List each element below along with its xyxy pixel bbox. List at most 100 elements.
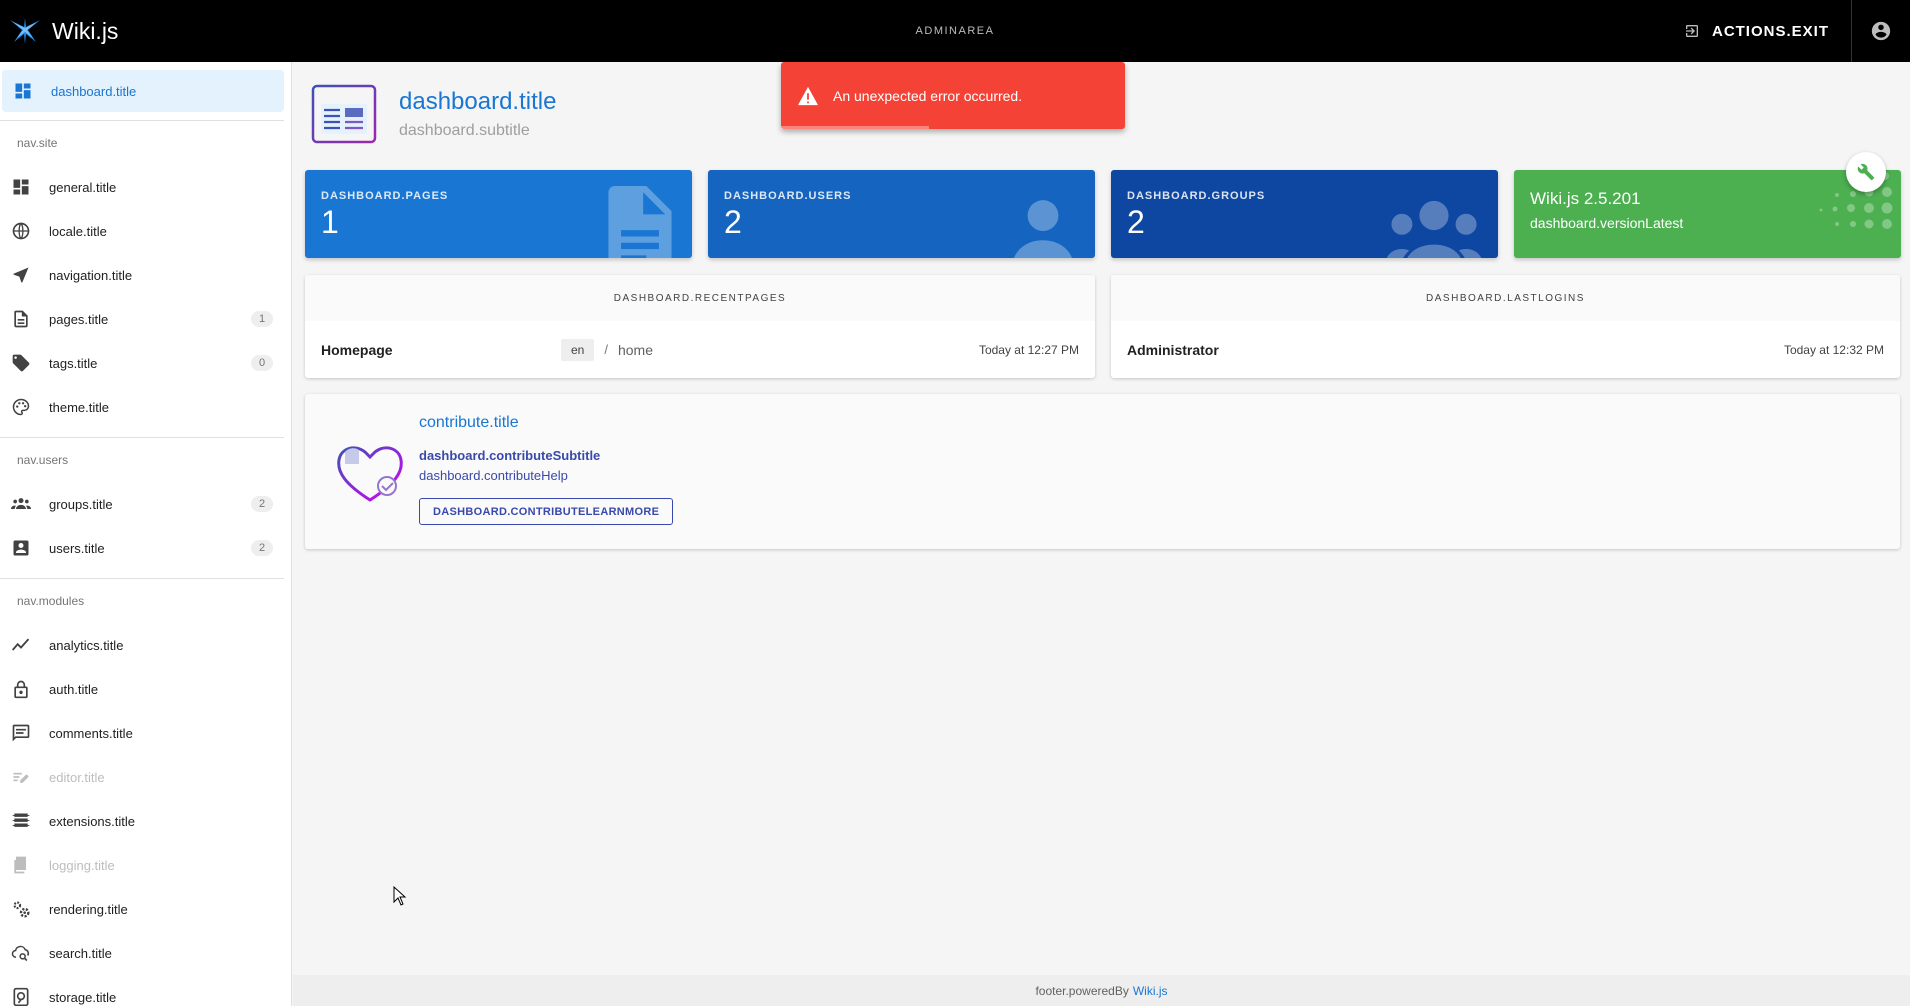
sidebar-item-label: dashboard.title [51,83,137,99]
sidebar-item-label: groups.title [49,496,113,512]
stat-card-groups[interactable]: DASHBOARD.GROUPS 2 [1111,170,1498,258]
page-title-cell: Homepage [321,341,393,358]
sidebar-item-label: editor.title [49,769,105,785]
stat-card-users[interactable]: DASHBOARD.USERS 2 [708,170,1095,258]
sidebar-item-rendering[interactable]: rendering.title [0,887,291,931]
wikijs-logo-icon [10,18,40,44]
exit-icon [1685,25,1698,37]
dashboard-grid-icon [10,176,32,198]
file-document-icon [608,186,672,258]
sidebar-item-general[interactable]: general.title [0,165,291,209]
globe-icon [10,220,32,242]
sidebar-item-label: logging.title [49,857,115,873]
sidebar-item-comments[interactable]: comments.title [0,711,291,755]
stat-value: 2 [1127,204,1145,240]
chart-line-icon [10,634,32,656]
sidebar-item-label: navigation.title [49,267,133,283]
section-header-modules: nav.modules [17,594,85,608]
sidebar-item-label: analytics.title [49,637,124,653]
user-name: Administrator [1127,341,1219,358]
footer-link[interactable]: Wiki.js [1133,984,1168,998]
locale-chip: en [561,338,595,361]
user-card-icon [10,537,32,559]
sidebar-item-logging[interactable]: logging.title [0,843,291,887]
timestamp: Today at 12:32 PM [1783,342,1884,357]
contribute-help: dashboard.contributeHelp [419,468,568,483]
mouse-cursor-icon [393,886,407,906]
learn-more-button[interactable]: DASHBOARD.CONTRIBUTELEARNMORE [419,498,674,525]
footer: footer.poweredBy Wiki.js [293,975,1910,1006]
sidebar-item-navigation[interactable]: navigation.title [0,253,291,297]
section-header-site: nav.site [17,136,58,150]
account-button[interactable] [1852,0,1910,62]
sidebar-item-auth[interactable]: auth.title [0,667,291,711]
sidebar-item-theme[interactable]: theme.title [0,385,291,429]
toast-message: An unexpected error occurred. [833,87,1023,104]
navigation-arrow-icon [10,264,32,286]
count-badge: 1 [251,311,273,327]
brand[interactable]: Wiki.js [0,16,300,46]
version-title: Wiki.js 2.5.201 [1530,189,1641,208]
sidebar-item-locale[interactable]: locale.title [0,209,291,253]
sidebar-item-label: auth.title [49,681,99,697]
stat-value: 1 [321,204,339,240]
sidebar-item-label: search.title [49,945,112,961]
cogs-icon [10,898,32,920]
list-item[interactable]: Homepage en / home Today at 12:27 PM [305,321,1095,378]
groups-icon [1386,200,1482,258]
toast-progress-bar [781,126,929,129]
log-icon [10,854,32,876]
sidebar-item-tags[interactable]: tags.title 0 [0,341,291,385]
error-toast[interactable]: An unexpected error occurred. [781,62,1125,129]
contribute-card: contribute.title dashboard.contributeSub… [305,394,1900,549]
sidebar-item-extensions[interactable]: extensions.title [0,799,291,843]
recent-pages-panel: DASHBOARD.RECENTPAGES Homepage en / home… [305,275,1095,378]
sidebar-item-dashboard[interactable]: dashboard.title [2,70,284,112]
search-cloud-icon [10,942,32,964]
user-icon [1014,200,1072,258]
heart-check-icon [337,446,403,502]
storage-icon [10,986,32,1006]
count-badge: 2 [251,540,273,556]
sidebar-item-editor[interactable]: editor.title [0,755,291,799]
stat-card-version[interactable]: Wiki.js 2.5.201 dashboard.versionLatest [1514,170,1901,258]
sidebar-item-pages[interactable]: pages.title 1 [0,297,291,341]
wrench-fab-button[interactable] [1846,152,1886,192]
page-header: dashboard.title dashboard.subtitle [311,84,556,144]
path-separator: / [604,342,608,357]
sidebar-item-groups[interactable]: groups.title 2 [0,482,291,526]
exit-button[interactable]: ACTIONS.EXIT [1662,0,1851,62]
sidebar-item-label: users.title [49,540,105,556]
sidebar-item-label: pages.title [49,311,109,327]
comment-icon [10,722,32,744]
sidebar-item-analytics[interactable]: analytics.title [0,623,291,667]
page-title: dashboard.title [399,88,557,115]
stat-value: 2 [724,204,742,240]
page-subtitle: dashboard.subtitle [399,122,530,139]
panel-heading: DASHBOARD.LASTLOGINS [1111,275,1900,321]
sidebar-item-label: general.title [49,179,117,195]
main-content: dashboard.title dashboard.subtitle DASHB… [293,62,1910,1006]
account-circle-icon [1871,21,1891,41]
stat-label: DASHBOARD.GROUPS [1127,190,1266,202]
count-badge: 0 [251,355,273,371]
editor-icon [10,766,32,788]
groups-icon [10,493,32,515]
sidebar-item-label: locale.title [49,223,107,239]
contribute-title: contribute.title [419,414,519,431]
sidebar-item-label: theme.title [49,399,109,415]
contribute-subtitle: dashboard.contributeSubtitle [419,448,601,463]
sidebar-item-users[interactable]: users.title 2 [0,526,291,570]
warning-icon [798,86,818,105]
stat-card-pages[interactable]: DASHBOARD.PAGES 1 [305,170,692,258]
brand-title: Wiki.js [52,17,119,44]
sidebar: dashboard.title nav.site general.title l… [0,62,292,1006]
sidebar-item-storage[interactable]: storage.title [0,975,291,1006]
sidebar-item-search[interactable]: search.title [0,931,291,975]
exit-label: ACTIONS.EXIT [1711,22,1829,40]
tags-icon [10,352,32,374]
list-item[interactable]: Administrator Today at 12:32 PM [1111,321,1900,378]
stat-label: DASHBOARD.PAGES [321,190,449,202]
sidebar-item-label: tags.title [49,355,98,371]
timestamp: Today at 12:27 PM [978,342,1079,357]
